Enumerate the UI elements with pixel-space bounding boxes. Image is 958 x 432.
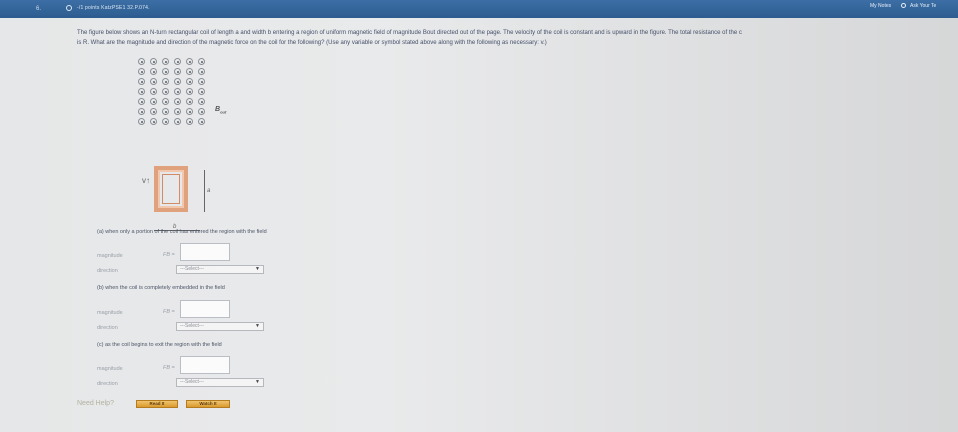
field-dot-icon: [174, 58, 181, 65]
field-dot-icon: [186, 88, 193, 95]
field-dot-icon: [174, 118, 181, 125]
field-dot-icon: [162, 118, 169, 125]
part-b-direction-select[interactable]: ---Select--- ▼: [176, 322, 264, 331]
my-notes-button[interactable]: My Notes: [870, 3, 891, 9]
field-dot-icon: [138, 108, 145, 115]
length-label: a: [207, 188, 211, 194]
part-b-direction-value: ---Select---: [180, 323, 204, 329]
part-a-magnitude-label: magnitude: [97, 253, 123, 259]
field-dot-icon: [150, 58, 157, 65]
part-c-magnitude-input[interactable]: [180, 356, 230, 374]
coil-inner-edge: [162, 174, 180, 204]
part-b-symbol: FB =: [163, 309, 175, 315]
field-dot-icon: [186, 58, 193, 65]
length-dimension-line: [204, 170, 205, 212]
field-dot-icon: [150, 118, 157, 125]
problem-line-1: The figure below shows an N-turn rectang…: [77, 30, 742, 36]
chevron-down-icon: ▼: [255, 266, 260, 272]
part-a-direction-value: ---Select---: [180, 266, 204, 272]
field-dot-icon: [138, 78, 145, 85]
field-dot-icon: [198, 98, 205, 105]
rectangular-coil: [154, 166, 188, 212]
status-circle-icon: [66, 5, 72, 11]
question-header: 6. -/1 points KatzPSE1 32.P.074. My Note…: [0, 0, 958, 18]
part-a-direction-label: direction: [97, 268, 118, 274]
field-dot-icon: [198, 78, 205, 85]
field-dot-icon: [162, 78, 169, 85]
chevron-down-icon: ▼: [255, 323, 260, 329]
field-dot-icon: [174, 88, 181, 95]
field-dot-icon: [150, 98, 157, 105]
field-dot-icon: [138, 98, 145, 105]
problem-line-2: is R. What are the magnitude and directi…: [77, 40, 547, 46]
field-dot-icon: [174, 108, 181, 115]
field-dot-icon: [174, 78, 181, 85]
field-subscript: out: [220, 109, 227, 115]
ask-your-teacher-button[interactable]: Ask Your Te: [910, 3, 936, 9]
velocity-arrow-icon: v↑: [142, 176, 150, 185]
part-a-magnitude-input[interactable]: [180, 243, 230, 261]
field-dot-icon: [198, 108, 205, 115]
field-dot-icon: [138, 68, 145, 75]
field-dot-icon: [174, 98, 181, 105]
field-dot-icon: [186, 118, 193, 125]
field-dot-icon: [150, 78, 157, 85]
part-c-prompt: (c) as the coil begins to exit the regio…: [97, 342, 222, 348]
field-dot-icon: [198, 88, 205, 95]
field-dot-icon: [162, 98, 169, 105]
field-dot-icon: [138, 88, 145, 95]
question-number: 6.: [36, 6, 42, 12]
field-dot-icon: [174, 68, 181, 75]
velocity-label: v: [142, 176, 146, 185]
field-dot-icon: [162, 68, 169, 75]
field-dot-icon: [186, 98, 193, 105]
part-b-prompt: (b) when the coil is completely embedded…: [97, 285, 225, 291]
part-c-symbol: FB =: [163, 365, 175, 371]
need-help-label: Need Help?: [77, 400, 114, 407]
field-dot-icon: [186, 108, 193, 115]
magnetic-field-dots: [138, 58, 210, 128]
field-dot-icon: [198, 68, 205, 75]
problem-statement: The figure below shows an N-turn rectang…: [77, 28, 957, 48]
part-a-direction-select[interactable]: ---Select--- ▼: [176, 265, 264, 274]
part-a-prompt: (a) when only a portion of the coil has …: [97, 229, 267, 235]
question-meta: -/1 points KatzPSE1 32.P.074.: [77, 5, 150, 11]
part-c-direction-value: ---Select---: [180, 379, 204, 385]
field-dot-icon: [162, 108, 169, 115]
field-dot-icon: [150, 68, 157, 75]
part-b-direction-label: direction: [97, 325, 118, 331]
field-dot-icon: [186, 78, 193, 85]
part-b-magnitude-label: magnitude: [97, 310, 123, 316]
field-dot-icon: [150, 108, 157, 115]
read-it-button[interactable]: Read It: [136, 400, 178, 408]
question-body: The figure below shows an N-turn rectang…: [0, 18, 958, 432]
field-dot-icon: [186, 68, 193, 75]
part-c-direction-label: direction: [97, 381, 118, 387]
ask-icon: [901, 3, 906, 8]
watch-it-button[interactable]: Watch It: [186, 400, 230, 408]
field-dot-icon: [198, 118, 205, 125]
field-dot-icon: [162, 58, 169, 65]
part-a-symbol: FB =: [163, 252, 175, 258]
chevron-down-icon: ▼: [255, 379, 260, 385]
part-b-magnitude-input[interactable]: [180, 300, 230, 318]
part-c-magnitude-label: magnitude: [97, 366, 123, 372]
part-c-direction-select[interactable]: ---Select--- ▼: [176, 378, 264, 387]
field-dot-icon: [162, 88, 169, 95]
field-dot-icon: [138, 58, 145, 65]
field-dot-icon: [138, 118, 145, 125]
coil-figure: Bout v↑ a b: [130, 58, 240, 248]
field-dot-icon: [150, 88, 157, 95]
field-dot-icon: [198, 58, 205, 65]
field-label: Bout: [215, 106, 226, 114]
